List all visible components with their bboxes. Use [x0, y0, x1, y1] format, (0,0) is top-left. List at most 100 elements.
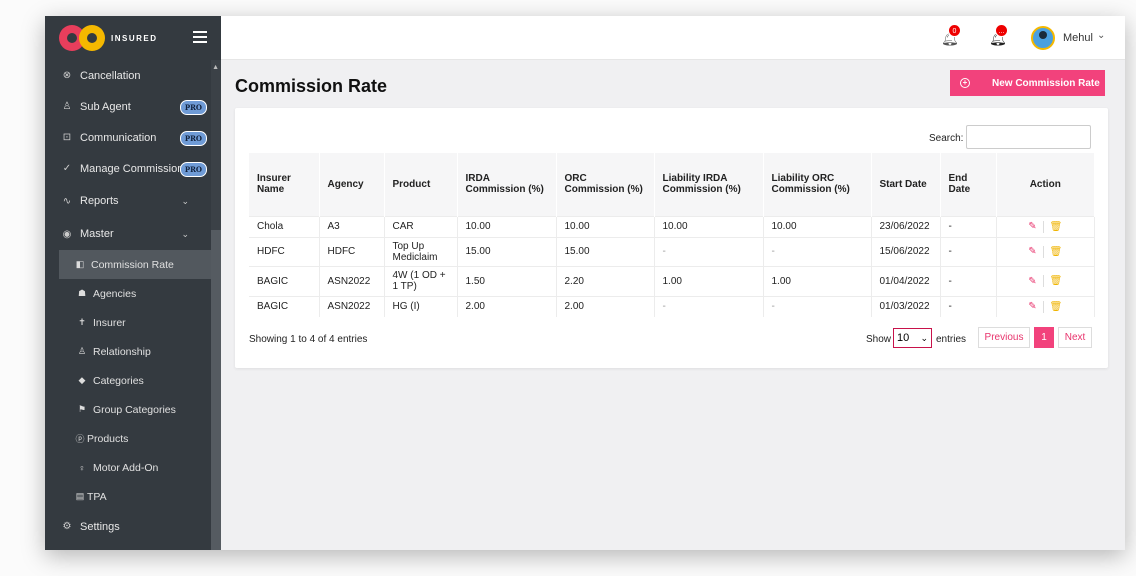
- pagination-next[interactable]: Next: [1058, 327, 1092, 348]
- table-row: Chola A3 CAR 10.00 10.00 10.00 10.00 23/…: [249, 215, 1095, 237]
- table-cell: 15.00: [457, 236, 557, 266]
- sidebar-subitem-group-categories[interactable]: ⚑ Group Categories: [45, 395, 211, 424]
- sidebar-item-master[interactable]: ◉ Master ⌄: [45, 218, 211, 250]
- sidebar-subitem-tpa[interactable]: ▤ TPA: [45, 482, 211, 511]
- table-cell: -: [763, 295, 872, 317]
- column-header[interactable]: ORC Commission (%): [556, 153, 655, 216]
- trash-icon[interactable]: 🗑︎: [1050, 246, 1063, 257]
- sidebar-subitem-agencies[interactable]: ☗ Agencies: [45, 279, 211, 308]
- table-cell: -: [654, 236, 764, 266]
- table-cell: 10.00: [457, 215, 557, 237]
- logo[interactable]: INSURED: [59, 25, 158, 51]
- new-button-label: New Commission Rate: [992, 77, 1100, 89]
- chevron-down-icon[interactable]: ⌄: [1097, 30, 1105, 41]
- action-cell: ✎ 🗑︎: [996, 265, 1095, 296]
- main-content: Commission Rate + New Commission Rate Se…: [221, 60, 1125, 550]
- sidebar-subitem-label: Agencies: [93, 287, 137, 300]
- table-cell: 10.00: [654, 215, 764, 237]
- sidebar-item-cancellation[interactable]: ⊗ Cancellation: [45, 60, 211, 91]
- sidebar-item-sub-agent[interactable]: ♙ Sub Agent PRO: [45, 91, 211, 122]
- table-cell: HG (I): [384, 295, 458, 317]
- column-header[interactable]: Product: [384, 153, 458, 216]
- trash-icon[interactable]: 🗑︎: [1050, 221, 1063, 232]
- app-window: INSURED ▲ ⊗ Cancellation ♙ Sub Agent PRO…: [45, 16, 1125, 550]
- table-cell: 2.20: [556, 265, 655, 296]
- chevron-down-icon: ⌄: [181, 195, 189, 206]
- message-badge: ...: [995, 24, 1008, 37]
- table-cell: 2.00: [457, 295, 557, 317]
- sidebar-subitem-label: Commission Rate: [91, 258, 174, 271]
- sidebar-item-communication[interactable]: ⊡ Communication PRO: [45, 122, 211, 153]
- table-cell: 1.50: [457, 265, 557, 296]
- table-cell: 4W (1 OD + 1 TP): [384, 265, 458, 296]
- table-header-row: Insurer Name Agency Product IRDA Commiss…: [249, 153, 1095, 216]
- gear-circle-icon: ◉: [62, 228, 72, 240]
- table-cell: 2.00: [556, 295, 655, 317]
- entries-label: entries: [936, 334, 967, 345]
- sidebar-scroll-thumb[interactable]: [211, 230, 221, 550]
- table-row: HDFC HDFC Top Up Mediclaim 15.00 15.00 -…: [249, 236, 1095, 266]
- table-row: BAGIC ASN2022 HG (I) 2.00 2.00 - - 01/03…: [249, 295, 1095, 317]
- sidebar-subitem-commission-rate[interactable]: ◧ Commission Rate: [59, 250, 211, 279]
- notification-bell-icon[interactable]: 🔔︎ 0: [941, 24, 961, 47]
- sidebar-item-manage-commission[interactable]: ✓ Manage Commission PRO: [45, 153, 211, 184]
- commission-rate-table: Insurer Name Agency Product IRDA Commiss…: [249, 153, 1095, 317]
- sidebar-subitem-label: Insurer: [93, 316, 126, 329]
- table-cell: BAGIC: [249, 295, 320, 317]
- search-input[interactable]: [966, 125, 1091, 149]
- sidebar-subitem-categories[interactable]: ◆ Categories: [45, 366, 211, 395]
- column-header[interactable]: IRDA Commission (%): [457, 153, 557, 216]
- column-header: Action: [996, 153, 1095, 216]
- plus-circle-icon: +: [960, 78, 970, 88]
- edit-pencil-icon[interactable]: ✎: [1028, 221, 1036, 232]
- sidebar-subitem-relationship[interactable]: ♙ Relationship: [45, 337, 211, 366]
- edit-pencil-icon[interactable]: ✎: [1028, 276, 1036, 287]
- table-cell: Chola: [249, 215, 320, 237]
- new-commission-rate-button[interactable]: + New Commission Rate: [950, 70, 1105, 96]
- sidebar-subitem-products[interactable]: ⓟ Products: [45, 424, 211, 453]
- table-cell: HDFC: [319, 236, 385, 266]
- sidebar-menu: ⊗ Cancellation ♙ Sub Agent PRO ⊡ Communi…: [45, 60, 211, 542]
- table-row: BAGIC ASN2022 4W (1 OD + 1 TP) 1.50 2.20…: [249, 265, 1095, 296]
- pagination-page-1[interactable]: 1: [1034, 327, 1054, 348]
- pro-badge: PRO: [179, 131, 207, 146]
- scroll-up-arrow-icon[interactable]: ▲: [212, 64, 219, 71]
- column-header[interactable]: Start Date: [871, 153, 941, 216]
- table-cell: -: [940, 295, 997, 317]
- edit-pencil-icon[interactable]: ✎: [1028, 301, 1036, 312]
- sidebar-subitem-label: TPA: [87, 490, 107, 503]
- column-header[interactable]: Insurer Name: [249, 153, 320, 216]
- chevron-down-icon: ⌄: [181, 228, 189, 239]
- edit-pencil-icon[interactable]: ✎: [1028, 246, 1036, 257]
- trash-icon[interactable]: 🗑︎: [1050, 276, 1063, 287]
- column-header[interactable]: Liability IRDA Commission (%): [654, 153, 764, 216]
- sidebar-subitem-insurer[interactable]: ✝ Insurer: [45, 308, 211, 337]
- sidebar-subitem-motor-add-on[interactable]: ♀ Motor Add-On: [45, 453, 211, 482]
- flag-icon: ⚑: [77, 404, 87, 414]
- page-title: Commission Rate: [235, 76, 388, 96]
- avatar[interactable]: [1031, 26, 1055, 50]
- page-size-select[interactable]: 10 ⌄: [893, 328, 932, 348]
- user-name[interactable]: Mehul: [1063, 32, 1093, 44]
- message-bell-icon[interactable]: 🔔︎ ...: [989, 24, 1008, 47]
- table-cell: 15/06/2022: [871, 236, 941, 266]
- sidebar-item-settings[interactable]: ⚙ Settings: [45, 511, 211, 542]
- hamburger-menu-icon[interactable]: [193, 31, 207, 46]
- sidebar-item-reports[interactable]: ∿ Reports ⌄: [45, 184, 211, 218]
- sidebar-item-label: Communication: [80, 131, 157, 144]
- cube-icon: ◆: [78, 375, 86, 385]
- column-header[interactable]: Agency: [319, 153, 385, 216]
- sidebar-item-label: Cancellation: [80, 69, 141, 82]
- column-header[interactable]: End Date: [940, 153, 997, 216]
- trash-icon[interactable]: 🗑︎: [1050, 301, 1063, 312]
- pagination-previous[interactable]: Previous: [978, 327, 1030, 348]
- page-size-value: 10: [897, 332, 910, 344]
- brand-bar: INSURED: [45, 16, 221, 60]
- table-cell: A3: [319, 215, 385, 237]
- notification-count-badge: 0: [948, 24, 961, 37]
- top-bar: 🔔︎ 0 🔔︎ ... Mehul ⌄: [221, 16, 1125, 60]
- show-label: Show: [866, 334, 892, 345]
- pulse-icon: ∿: [62, 195, 72, 207]
- column-header[interactable]: Liability ORC Commission (%): [763, 153, 872, 216]
- table-cell: CAR: [384, 215, 458, 237]
